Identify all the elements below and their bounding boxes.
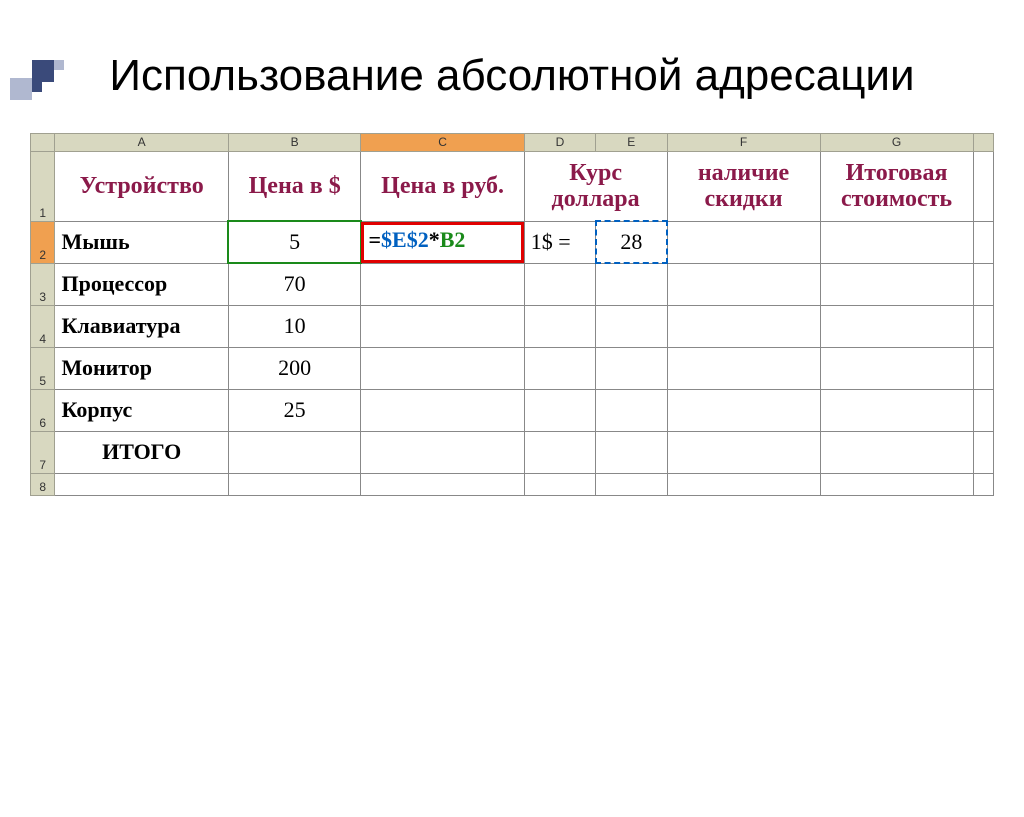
row-8: 8 (31, 473, 994, 495)
cell-A2[interactable]: Мышь (55, 221, 228, 263)
cell-E3[interactable] (596, 263, 667, 305)
cell-D7[interactable] (524, 431, 595, 473)
formula-eq: = (368, 227, 381, 252)
cell-A5[interactable]: Монитор (55, 347, 228, 389)
cell-B2[interactable]: 5 (228, 221, 361, 263)
cell-B4[interactable]: 10 (228, 305, 361, 347)
cell-G3[interactable] (820, 263, 973, 305)
formula-rel-ref: B2 (440, 227, 466, 252)
formula-op: * (429, 227, 440, 252)
corner-cell[interactable] (31, 133, 55, 151)
header-price-usd[interactable]: Цена в $ (228, 151, 361, 221)
cell-B5[interactable]: 200 (228, 347, 361, 389)
cell-B7[interactable] (228, 431, 361, 473)
cell-F5[interactable] (667, 347, 820, 389)
row-4: 4 Клавиатура 10 (31, 305, 994, 347)
cell-G5[interactable] (820, 347, 973, 389)
cell-extra-3[interactable] (973, 263, 993, 305)
slide-corner-decoration (10, 60, 70, 120)
cell-E6[interactable] (596, 389, 667, 431)
row-header-2[interactable]: 2 (31, 221, 55, 263)
cell-D4[interactable] (524, 305, 595, 347)
cell-extra-8[interactable] (973, 473, 993, 495)
cell-F8[interactable] (667, 473, 820, 495)
row-header-7[interactable]: 7 (31, 431, 55, 473)
formula-highlight: =$E$2*B2 (361, 222, 523, 263)
header-discount[interactable]: наличие скидки (667, 151, 820, 221)
cell-D3[interactable] (524, 263, 595, 305)
cell-A7[interactable]: ИТОГО (55, 431, 228, 473)
row-1: 1 Устройство Цена в $ Цена в руб. Курс д… (31, 151, 994, 221)
cell-G6[interactable] (820, 389, 973, 431)
cell-G8[interactable] (820, 473, 973, 495)
cell-extra-5[interactable] (973, 347, 993, 389)
row-6: 6 Корпус 25 (31, 389, 994, 431)
formula-abs-ref: $E$2 (381, 227, 429, 252)
cell-A8[interactable] (55, 473, 228, 495)
cell-extra-4[interactable] (973, 305, 993, 347)
cell-extra-6[interactable] (973, 389, 993, 431)
cell-C2-formula[interactable]: =$E$2*B2 (361, 221, 524, 263)
cell-D8[interactable] (524, 473, 595, 495)
row-header-5[interactable]: 5 (31, 347, 55, 389)
column-header-row: A B C D E F G (31, 133, 994, 151)
row-header-4[interactable]: 4 (31, 305, 55, 347)
cell-B6[interactable]: 25 (228, 389, 361, 431)
row-header-3[interactable]: 3 (31, 263, 55, 305)
cell-extra-7[interactable] (973, 431, 993, 473)
row-3: 3 Процессор 70 (31, 263, 994, 305)
row-header-1[interactable]: 1 (31, 151, 55, 221)
cell-C7[interactable] (361, 431, 524, 473)
col-header-B[interactable]: B (228, 133, 361, 151)
cell-C3[interactable] (361, 263, 524, 305)
cell-E2[interactable]: 28 (596, 221, 667, 263)
col-header-D[interactable]: D (524, 133, 595, 151)
cell-F6[interactable] (667, 389, 820, 431)
row-header-8[interactable]: 8 (31, 473, 55, 495)
cell-E4[interactable] (596, 305, 667, 347)
cell-D2[interactable]: 1$ = (524, 221, 595, 263)
spreadsheet: A B C D E F G 1 Устройство Цена в $ Цена… (30, 133, 994, 496)
col-header-E[interactable]: E (596, 133, 667, 151)
cell-E8[interactable] (596, 473, 667, 495)
cell-G2[interactable] (820, 221, 973, 263)
header-rate[interactable]: Курс доллара (524, 151, 667, 221)
cell-E5[interactable] (596, 347, 667, 389)
cell-F2[interactable] (667, 221, 820, 263)
col-header-F[interactable]: F (667, 133, 820, 151)
header-price-rub[interactable]: Цена в руб. (361, 151, 524, 221)
cell-G4[interactable] (820, 305, 973, 347)
col-header-extra[interactable] (973, 133, 993, 151)
cell-C4[interactable] (361, 305, 524, 347)
header-device[interactable]: Устройство (55, 151, 228, 221)
cell-F7[interactable] (667, 431, 820, 473)
header-total[interactable]: Итоговая стоимость (820, 151, 973, 221)
cell-F4[interactable] (667, 305, 820, 347)
col-header-C[interactable]: C (361, 133, 524, 151)
cell-B3[interactable]: 70 (228, 263, 361, 305)
cell-A3[interactable]: Процессор (55, 263, 228, 305)
cell-F3[interactable] (667, 263, 820, 305)
cell-A4[interactable]: Клавиатура (55, 305, 228, 347)
cell-extra-1[interactable] (973, 151, 993, 221)
cell-E7[interactable] (596, 431, 667, 473)
cell-extra-2[interactable] (973, 221, 993, 263)
row-2: 2 Мышь 5 =$E$2*B2 1$ = 28 (31, 221, 994, 263)
row-header-6[interactable]: 6 (31, 389, 55, 431)
cell-C6[interactable] (361, 389, 524, 431)
cell-C8[interactable] (361, 473, 524, 495)
cell-C5[interactable] (361, 347, 524, 389)
col-header-G[interactable]: G (820, 133, 973, 151)
row-7: 7 ИТОГО (31, 431, 994, 473)
cell-D5[interactable] (524, 347, 595, 389)
cell-A6[interactable]: Корпус (55, 389, 228, 431)
cell-B8[interactable] (228, 473, 361, 495)
cell-G7[interactable] (820, 431, 973, 473)
cell-D6[interactable] (524, 389, 595, 431)
row-5: 5 Монитор 200 (31, 347, 994, 389)
slide-title: Использование абсолютной адресации (0, 50, 1024, 103)
col-header-A[interactable]: A (55, 133, 228, 151)
